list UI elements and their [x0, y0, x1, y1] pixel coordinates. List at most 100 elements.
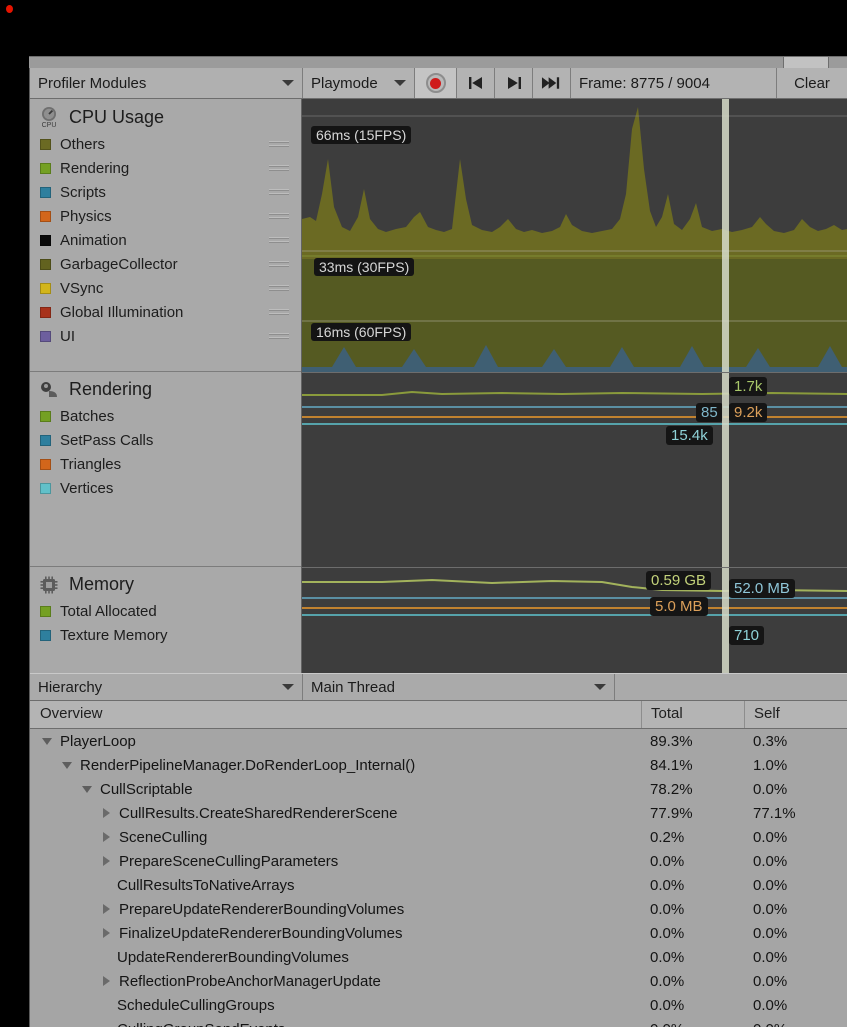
table-row[interactable]: CullingGroupSendEvents 0.0%0.0%: [30, 1017, 847, 1027]
color-swatch-icon: [40, 282, 51, 294]
row-label: PrepareUpdateRendererBoundingVolumes: [119, 900, 405, 918]
drag-handle[interactable]: [269, 259, 289, 269]
expand-arrow-right-icon[interactable]: [103, 832, 110, 842]
next-frame-button[interactable]: [495, 68, 533, 98]
previous-frame-button[interactable]: [457, 68, 495, 98]
row-self-value: 0.0%: [753, 996, 788, 1014]
legend-label: Batches: [60, 407, 115, 425]
table-row[interactable]: ReflectionProbeAnchorManagerUpdate 0.0% 0.…: [30, 969, 847, 993]
legend-item-batches[interactable]: Batches: [30, 404, 301, 428]
row-name-cell: CullResultsToNativeArrays: [30, 877, 641, 894]
row-total-value: 89.3%: [650, 732, 693, 750]
column-header-total[interactable]: Total: [641, 701, 744, 728]
color-swatch-icon: [40, 234, 51, 246]
legend-item-vertices[interactable]: Vertices: [30, 476, 301, 500]
value-label-setpass-calls: 85: [696, 403, 723, 422]
legend-item-ui[interactable]: UI: [30, 324, 301, 348]
drag-handle[interactable]: [269, 283, 289, 293]
record-button[interactable]: [415, 68, 457, 98]
table-row[interactable]: CullResultsToNativeArrays 0.0% 0.0%: [30, 873, 847, 897]
color-swatch-icon: [40, 162, 51, 174]
expand-arrow-right-icon[interactable]: [103, 808, 110, 818]
drag-handle[interactable]: [269, 307, 289, 317]
legend-item-triangles[interactable]: Triangles: [30, 452, 301, 476]
row-total-value: 78.2%: [650, 780, 693, 798]
row-name-cell: CullScriptable: [30, 781, 641, 798]
graph-column: 66ms (15FPS) 33ms (30FPS) 16ms (60FPS) 1…: [302, 99, 847, 673]
row-self-value: 0.0%: [753, 924, 788, 942]
window-tab-strip[interactable]: [29, 56, 847, 69]
table-row[interactable]: FinalizeUpdateRendererBoundingVolumes 0.0…: [30, 921, 847, 945]
table-row[interactable]: RenderPipelineManager.DoRenderLoop_Inter…: [30, 753, 847, 777]
drag-handle[interactable]: [269, 139, 289, 149]
expand-arrow-right-icon[interactable]: [103, 856, 110, 866]
column-header-self[interactable]: Self: [744, 701, 847, 728]
row-name-cell: FinalizeUpdateRendererBoundingVolumes: [30, 925, 641, 942]
cpu-usage-graph[interactable]: 66ms (15FPS) 33ms (30FPS) 16ms (60FPS): [302, 99, 847, 372]
table-row[interactable]: UpdateRendererBoundingVolumes 0.0% 0.0%: [30, 945, 847, 969]
module-title: Memory: [69, 574, 135, 594]
module-rendering[interactable]: Rendering Batches SetPass Calls Triangle…: [30, 372, 301, 567]
color-swatch-icon: [40, 330, 51, 342]
color-swatch-icon: [40, 210, 51, 222]
table-row[interactable]: PrepareSceneCullingParameters 0.0% 0.0%: [30, 849, 847, 873]
drag-handle[interactable]: [269, 235, 289, 245]
drag-handle[interactable]: [269, 331, 289, 341]
playmode-dropdown[interactable]: Playmode: [303, 68, 415, 98]
drag-handle[interactable]: [269, 187, 289, 197]
memory-graph[interactable]: 0.59 GB 52.0 MB 5.0 MB 710: [302, 567, 847, 673]
legend-item-rendering[interactable]: Rendering: [30, 156, 301, 180]
expand-arrow-down-icon[interactable]: [82, 785, 92, 793]
clear-button[interactable]: Clear: [777, 68, 847, 98]
drag-handle[interactable]: [269, 163, 289, 173]
table-row[interactable]: SceneCulling 0.2% 0.0%: [30, 825, 847, 849]
module-header: Rendering: [30, 372, 301, 404]
table-row[interactable]: PlayerLoop 89.3% 0.3%: [30, 729, 847, 753]
row-label: UpdateRendererBoundingVolumes: [117, 948, 349, 966]
legend-item-texture-memory[interactable]: Texture Memory: [30, 623, 301, 647]
legend-item-global-illumination[interactable]: Global Illumination: [30, 300, 301, 324]
legend-item-total-allocated[interactable]: Total Allocated: [30, 599, 301, 623]
legend-item-setpass-calls[interactable]: SetPass Calls: [30, 428, 301, 452]
table-row[interactable]: PrepareUpdateRendererBoundingVolumes 0.0%…: [30, 897, 847, 921]
expand-arrow-down-icon[interactable]: [62, 761, 72, 769]
table-row[interactable]: CullScriptable 78.2% 0.0%: [30, 777, 847, 801]
expand-arrow-down-icon[interactable]: [42, 737, 52, 745]
legend-item-scripts[interactable]: Scripts: [30, 180, 301, 204]
legend-item-others[interactable]: Others: [30, 132, 301, 156]
color-swatch-icon: [40, 138, 51, 150]
column-header-overview[interactable]: Overview: [30, 701, 641, 728]
row-self-value: 0.0%: [753, 948, 788, 966]
table-row[interactable]: CullResults.CreateSharedRendererScene 77.…: [30, 801, 847, 825]
legend-item-vsync[interactable]: VSync: [30, 276, 301, 300]
frame-selection-line[interactable]: [722, 99, 729, 372]
row-label: CullScriptable: [100, 780, 193, 798]
legend-item-physics[interactable]: Physics: [30, 204, 301, 228]
frame-selection-line[interactable]: [722, 373, 729, 567]
legend-label: Triangles: [60, 455, 122, 473]
row-name-cell: PlayerLoop: [30, 733, 641, 750]
color-swatch-icon: [40, 434, 51, 446]
expand-arrow-right-icon[interactable]: [103, 904, 110, 914]
module-memory[interactable]: Memory Total Allocated Texture Memory: [30, 567, 301, 672]
row-name-cell: CullingGroupSendEvents: [30, 1021, 641, 1027]
legend-item-garbagecollector[interactable]: GarbageCollector: [30, 252, 301, 276]
value-label-object-count: 710: [729, 626, 765, 645]
expand-arrow-right-icon[interactable]: [103, 976, 110, 986]
drag-handle[interactable]: [269, 211, 289, 221]
rendering-graph[interactable]: 1.7k 85 9.2k 15.4k: [302, 372, 847, 567]
legend-label: Rendering: [60, 159, 130, 177]
profiler-modules-dropdown[interactable]: Profiler Modules: [30, 68, 303, 98]
skip-forward-icon: [507, 77, 521, 89]
last-frame-button[interactable]: [533, 68, 571, 98]
row-total-value: 77.9%: [650, 804, 693, 822]
expand-arrow-right-icon[interactable]: [103, 928, 110, 938]
hierarchy-view-dropdown[interactable]: Hierarchy: [30, 674, 303, 700]
thread-dropdown[interactable]: Main Thread: [303, 674, 615, 700]
table-row[interactable]: ScheduleCullingGroups 0.0% 0.0%: [30, 993, 847, 1017]
module-cpu-usage[interactable]: CPU CPU Usage Others Rendering Scripts P…: [30, 99, 301, 372]
legend-item-animation[interactable]: Animation: [30, 228, 301, 252]
row-total-value: 0.0%: [650, 876, 685, 894]
frame-selection-line[interactable]: [722, 568, 729, 673]
hierarchy-column-headers: Overview Total Self: [30, 701, 847, 729]
